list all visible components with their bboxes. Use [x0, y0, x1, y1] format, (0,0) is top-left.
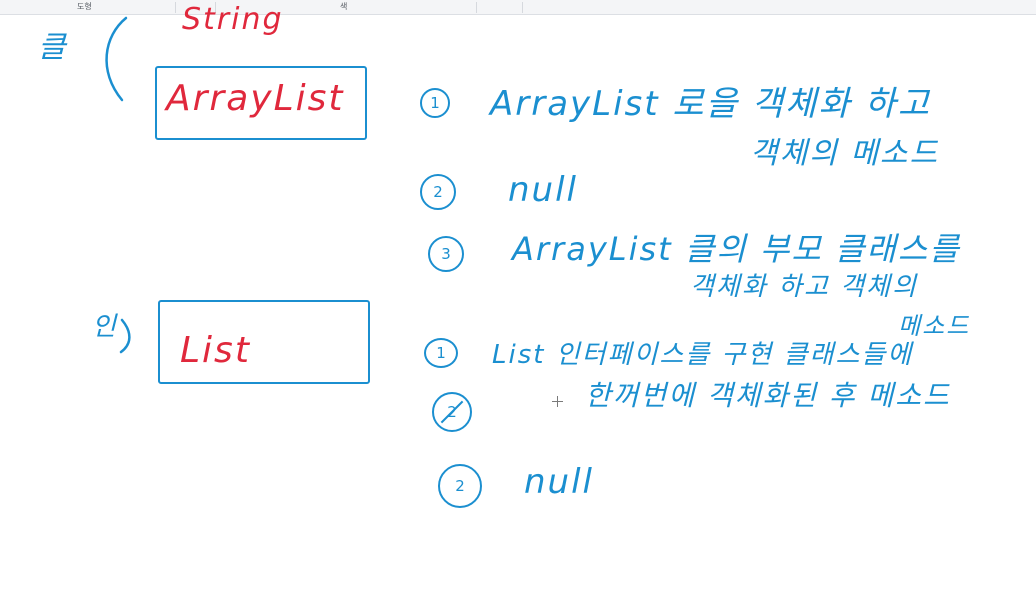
group2-item1-line1: List 인터페이스를 구현 클래스들에: [492, 340, 914, 370]
group2-item3-number: 2: [438, 464, 482, 508]
drawing-canvas[interactable]: 클 String ArrayList 인 List 1 ArrayList 로을…: [0, 2, 1036, 608]
group2-item1-line2: 한꺼번에 객체화된 후 메소드: [585, 379, 951, 412]
ribbon-toolbar: 도형 색: [0, 0, 1036, 15]
group1-item1-line1: ArrayList 로을 객체화 하고: [490, 84, 931, 124]
interface-label: 인: [92, 312, 118, 342]
group1-item2-text: null: [508, 170, 578, 210]
group1-item3-line1: ArrayList 클의 부모 클래스를: [512, 230, 961, 268]
shapes-group-label[interactable]: 도형: [77, 1, 92, 12]
list-text: List: [180, 330, 251, 371]
group1-item1-number: 1: [420, 88, 450, 118]
arraylist-text: ArrayList: [166, 78, 345, 119]
color-group-label[interactable]: 색: [340, 1, 347, 12]
group1-item2-number: 2: [420, 174, 456, 210]
group2-item1-number: 1: [424, 338, 458, 368]
group1-item3-number: 3: [428, 236, 464, 272]
ribbon-separator: [175, 2, 176, 13]
group1-item3-line2: 객체화 하고 객체의: [690, 272, 918, 302]
interface-bracket: [119, 318, 131, 354]
ribbon-separator: [476, 2, 477, 13]
group1-item1-line2: 객체의 메소드: [750, 136, 940, 171]
string-text: String: [182, 2, 284, 37]
crosshair-cursor-icon: [552, 396, 563, 407]
group2-item3-text: null: [524, 462, 594, 502]
ribbon-separator: [522, 2, 523, 13]
class-label: 클: [38, 30, 68, 65]
class-bracket: [105, 16, 128, 102]
